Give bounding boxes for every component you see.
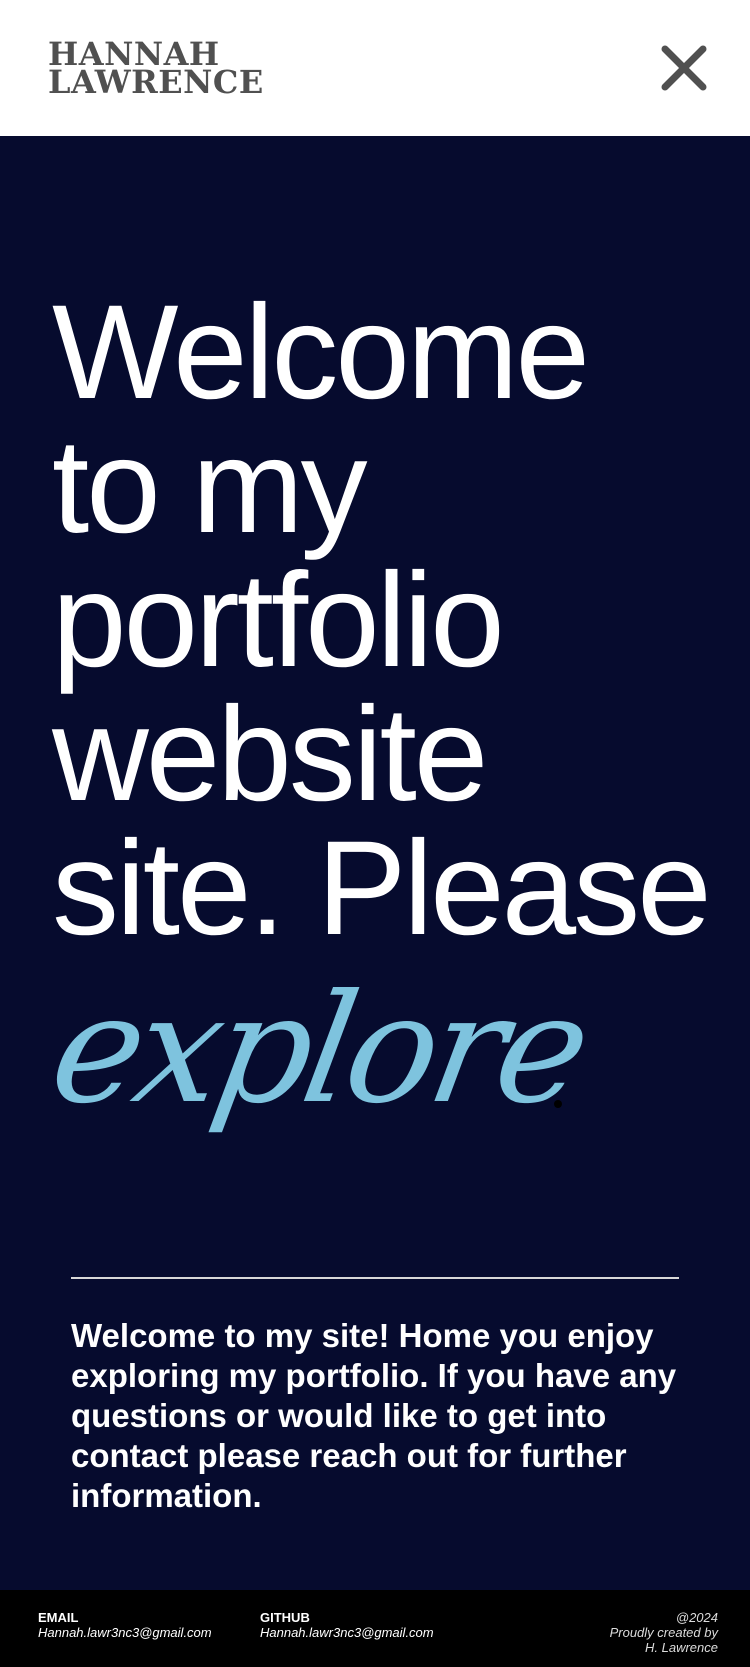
footer-credit: @2024 Proudly created by H. Lawrence bbox=[610, 1610, 718, 1655]
section-divider bbox=[71, 1277, 679, 1279]
headline-line: Welcome bbox=[52, 278, 590, 427]
github-link[interactable]: Hannah.lawr3nc3@gmail.com bbox=[260, 1625, 434, 1640]
credit-line: Proudly created by bbox=[609, 1625, 718, 1640]
logo-last-name: LAWRENCE bbox=[48, 63, 264, 101]
close-icon bbox=[661, 45, 707, 91]
headline-line: portfolio bbox=[52, 546, 505, 695]
hero-headline: Welcome to my portfolio website site. Pl… bbox=[52, 286, 732, 956]
headline-line: to my bbox=[52, 412, 368, 561]
email-label: EMAIL bbox=[38, 1610, 79, 1625]
site-logo[interactable]: HANNAH LAWRENCE bbox=[48, 38, 264, 101]
github-label: GITHUB bbox=[260, 1610, 310, 1625]
explore-script-text: explore bbox=[46, 966, 597, 1137]
headline-line: website bbox=[52, 680, 488, 829]
footer-github: GITHUB Hannah.lawr3nc3@gmail.com bbox=[260, 1610, 434, 1640]
script-dot bbox=[554, 1100, 562, 1108]
credit-author: H. Lawrence bbox=[645, 1640, 718, 1655]
email-link[interactable]: Hannah.lawr3nc3@gmail.com bbox=[38, 1625, 212, 1640]
hero-section: Welcome to my portfolio website site. Pl… bbox=[0, 136, 750, 1590]
explore-script-word: explore bbox=[46, 966, 597, 1137]
footer-email: EMAIL Hannah.lawr3nc3@gmail.com bbox=[38, 1610, 212, 1640]
intro-paragraph: Welcome to my site! Home you enjoy explo… bbox=[71, 1317, 677, 1514]
site-header: HANNAH LAWRENCE bbox=[0, 0, 750, 136]
headline-line: site. Please bbox=[52, 814, 712, 963]
site-footer: EMAIL Hannah.lawr3nc3@gmail.com GITHUB H… bbox=[0, 1590, 750, 1667]
close-menu-button[interactable] bbox=[656, 40, 712, 96]
credit-year: @2024 bbox=[675, 1610, 718, 1625]
